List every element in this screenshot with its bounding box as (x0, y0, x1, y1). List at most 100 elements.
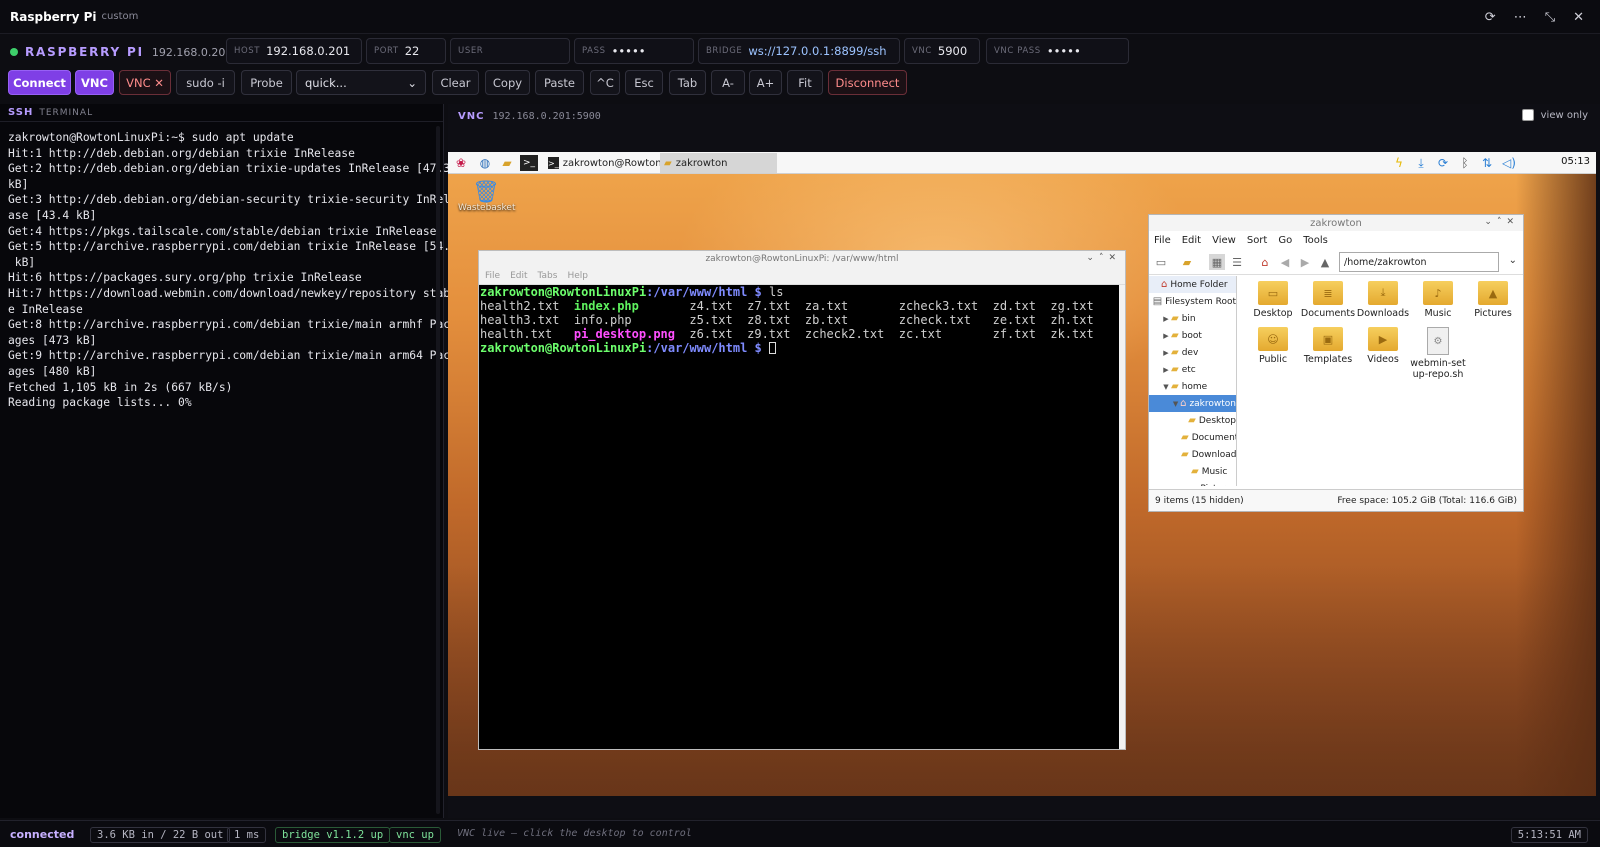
back-icon[interactable]: ◀ (1277, 254, 1293, 270)
collapse-arrow-icon[interactable]: ▶ (1161, 349, 1171, 357)
file-manager-sidebar[interactable]: ⌂ Home Folder ▤ Filesystem Root ▶ ▰ bin ▶ ▰ boot ▶… (1149, 276, 1237, 486)
sidebar-item-documents[interactable]: ▰Documents (1149, 429, 1236, 446)
fit-button[interactable]: Fit (787, 70, 823, 95)
host-field[interactable]: HOST 192.168.0.201 (226, 38, 362, 64)
sidebar-item-dev[interactable]: ▶ ▰ dev (1149, 344, 1236, 361)
remote-desktop[interactable]: ❀ ◍ ▰ >_ >_ zakrowton@Rowton... ▰ zakrow… (448, 152, 1596, 796)
vnc-pass-field[interactable]: VNC PASS ••••• (986, 38, 1129, 64)
browser-icon[interactable]: ◍ (476, 155, 494, 171)
disconnect-button[interactable]: Disconnect (828, 70, 907, 95)
file-manager-window-controls[interactable]: ⌄˄✕ (1484, 217, 1519, 227)
network-icon[interactable]: ⇅ (1480, 155, 1494, 171)
file-manager-title-bar[interactable]: zakrowton ⌄˄✕ (1149, 215, 1523, 231)
file-manager-menu-tools[interactable]: Tools (1303, 235, 1328, 246)
file-manager-menu-sort[interactable]: Sort (1247, 235, 1268, 246)
sidebar-item-home[interactable]: ▼ ▰ home (1149, 378, 1236, 395)
taskbar-file-manager[interactable]: ▰ zakrowton (660, 153, 777, 173)
close-icon[interactable]: ✕ (1573, 10, 1584, 25)
user-field[interactable]: USER (450, 38, 570, 64)
esc-button[interactable]: Esc (625, 70, 663, 95)
sync-icon[interactable]: ⟳ (1436, 155, 1450, 171)
terminal-menu-tabs[interactable]: Tabs (538, 271, 558, 281)
file-manager-menu-view[interactable]: View (1212, 235, 1236, 246)
path-input[interactable]: /home/zakrowton (1339, 252, 1499, 272)
font-increase-button[interactable]: A+ (749, 70, 782, 95)
terminal-scrollbar[interactable] (1119, 285, 1125, 749)
terminal-title-bar[interactable]: zakrowton@RowtonLinuxPi: /var/www/html ⌄… (479, 251, 1125, 267)
sidebar-item-downloads[interactable]: ▰ Downloads (1149, 446, 1236, 463)
sidebar-item-desktop[interactable]: ▰ Desktop (1149, 412, 1236, 429)
list-view-icon[interactable]: ☰ (1229, 254, 1245, 270)
sidebar-item-filesystem-root[interactable]: ▤ Filesystem Root (1149, 293, 1236, 310)
sidebar-item-bin[interactable]: ▶ ▰ bin (1149, 310, 1236, 327)
paste-button[interactable]: Paste (535, 70, 584, 95)
pass-field[interactable]: PASS ••••• (574, 38, 694, 64)
path-history-chevron-icon[interactable]: ⌄ (1509, 255, 1517, 266)
sidebar-item-home-folder[interactable]: ⌂ Home Folder (1149, 276, 1236, 293)
bluetooth-icon[interactable]: ᛒ (1458, 155, 1472, 171)
ctrl-c-button[interactable]: ^C (590, 70, 620, 95)
port-field[interactable]: PORT 22 (366, 38, 446, 64)
terminal-body[interactable]: zakrowton@RowtonLinuxPi:/var/www/html $ … (479, 285, 1125, 355)
file-item-pictures[interactable]: ▲ Pictures (1465, 281, 1521, 319)
sidebar-item-etc[interactable]: ▶ ▰ etc (1149, 361, 1236, 378)
ssh-output[interactable]: zakrowton@RowtonLinuxPi:~$ sudo apt upda… (8, 130, 457, 411)
ssh-scrollbar[interactable] (436, 126, 440, 814)
power-icon[interactable]: ϟ (1392, 155, 1406, 171)
quick-command-select[interactable]: quick... ⌄ (296, 70, 426, 95)
view-only-toggle[interactable]: view only (1521, 109, 1588, 121)
terminal-window-controls[interactable]: ⌄˄✕ (1086, 253, 1121, 263)
file-item-webmin-setup-repo-sh[interactable]: ⚙ webmin-setup-repo.sh (1410, 327, 1466, 380)
more-icon[interactable]: ⋯ (1514, 10, 1527, 25)
file-item-downloads[interactable]: ⤓ Downloads (1355, 281, 1411, 319)
terminal-menu-help[interactable]: Help (567, 271, 588, 281)
minimize-icon[interactable]: ⤡ (1545, 10, 1555, 25)
collapse-arrow-icon[interactable]: ▶ (1161, 315, 1171, 323)
file-item-public[interactable]: ☺ Public (1245, 327, 1301, 365)
expand-arrow-icon[interactable]: ▼ (1171, 400, 1180, 408)
expand-arrow-icon[interactable]: ▼ (1161, 383, 1171, 391)
sidebar-item-pictures[interactable]: ▰Pictures (1149, 480, 1236, 486)
file-item-videos[interactable]: ▶ Videos (1355, 327, 1411, 365)
probe-button[interactable]: Probe (241, 70, 292, 95)
file-item-desktop[interactable]: ▭ Desktop (1245, 281, 1301, 319)
connect-button[interactable]: Connect (8, 70, 71, 95)
panel-clock[interactable]: 05:13 (1561, 156, 1590, 167)
vnc-port-field[interactable]: VNC 5900 (904, 38, 980, 64)
view-only-checkbox[interactable] (1521, 109, 1534, 121)
file-manager-icon[interactable]: ▰ (498, 155, 516, 171)
file-item-templates[interactable]: ▣ Templates (1300, 327, 1356, 365)
file-item-documents[interactable]: ≣ Documents (1300, 281, 1356, 319)
raspberry-menu-icon[interactable]: ❀ (452, 155, 470, 171)
collapse-arrow-icon[interactable]: ▶ (1161, 332, 1171, 340)
collapse-arrow-icon[interactable]: ▶ (1161, 366, 1171, 374)
tab-button[interactable]: Tab (669, 70, 706, 95)
vnc-close-button[interactable]: VNC ✕ (119, 70, 171, 95)
file-item-music[interactable]: ♪ Music (1410, 281, 1466, 319)
file-manager-icon-view[interactable]: ▭ Desktop ≣ Documents ⤓ Downloads ♪ Music ▲ Pictu… (1245, 281, 1521, 481)
terminal-menu-file[interactable]: File (485, 271, 500, 281)
sidebar-item-music[interactable]: ▰ Music (1149, 463, 1236, 480)
vnc-button[interactable]: VNC (75, 70, 114, 95)
file-manager-menu-edit[interactable]: Edit (1182, 235, 1201, 246)
terminal-window[interactable]: zakrowton@RowtonLinuxPi: /var/www/html ⌄… (478, 250, 1126, 750)
download-icon[interactable]: ⤓ (1414, 155, 1428, 171)
font-decrease-button[interactable]: A- (711, 70, 745, 95)
file-manager-menu-file[interactable]: File (1154, 235, 1171, 246)
icon-view-icon[interactable]: ▦ (1209, 254, 1225, 270)
sudo-button[interactable]: sudo -i (176, 70, 235, 95)
home-icon[interactable]: ⌂ (1257, 254, 1273, 270)
file-manager-menu-go[interactable]: Go (1278, 235, 1292, 246)
ssh-terminal-pane[interactable]: SSH TERMINAL zakrowton@RowtonLinuxPi:~$ … (0, 104, 457, 818)
taskbar-terminal[interactable]: >_ zakrowton@Rowton... (544, 153, 671, 173)
sidebar-item-boot[interactable]: ▶ ▰ boot (1149, 327, 1236, 344)
clear-button[interactable]: Clear (432, 70, 479, 95)
wastebasket-desktop-icon[interactable]: 🗑 Wastebasket (458, 180, 515, 213)
sidebar-item-zakrowton[interactable]: ▼ ⌂ zakrowton (1149, 395, 1236, 412)
forward-icon[interactable]: ▶ (1297, 254, 1313, 270)
new-folder-icon[interactable]: ▰ (1179, 254, 1195, 270)
up-icon[interactable]: ▲ (1317, 254, 1333, 270)
file-manager-window[interactable]: zakrowton ⌄˄✕ File Edit View Sort Go Tools ▭ … (1148, 214, 1524, 512)
copy-button[interactable]: Copy (485, 70, 530, 95)
refresh-icon[interactable]: ⟳ (1485, 10, 1496, 25)
